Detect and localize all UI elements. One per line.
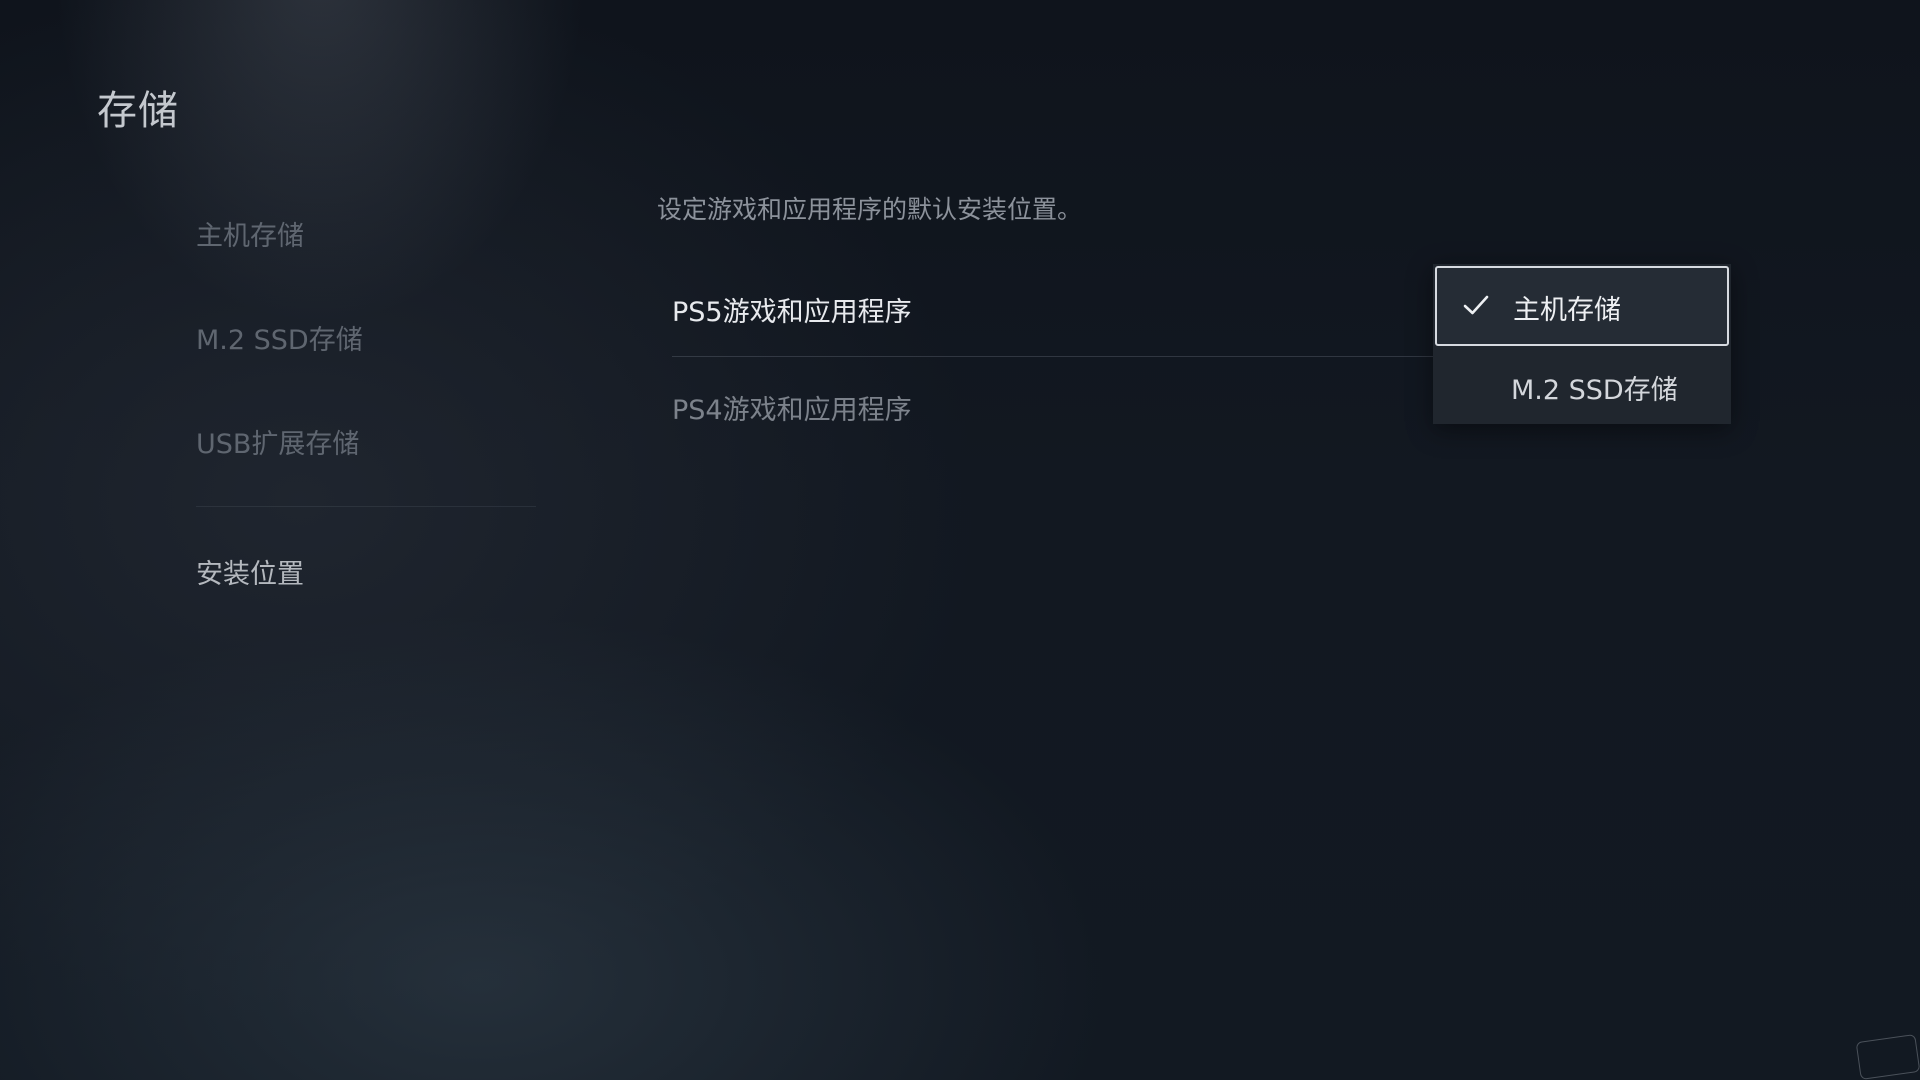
dropdown-option-label: M.2 SSD存储 <box>1511 375 1678 406</box>
watermark-logo <box>1855 1034 1920 1080</box>
sidebar-item-usb-extended-storage[interactable]: USB扩展存储 <box>196 422 359 461</box>
page-title: 存储 <box>97 88 179 134</box>
install-location-dropdown: 主机存储 M.2 SSD存储 <box>1433 264 1731 424</box>
section-description: 设定游戏和应用程序的默认安装位置。 <box>657 195 1083 224</box>
sidebar-item-m2-ssd-storage[interactable]: M.2 SSD存储 <box>196 318 363 357</box>
sidebar-item-console-storage[interactable]: 主机存储 <box>196 214 304 253</box>
ps5-games-apps-row[interactable]: PS5游戏和应用程序 <box>672 290 1462 329</box>
ps5-games-apps-label: PS5游戏和应用程序 <box>672 297 912 328</box>
sidebar-divider <box>196 506 536 507</box>
sidebar-item-install-location[interactable]: 安装位置 <box>196 552 304 591</box>
dropdown-option-m2-ssd-storage[interactable]: M.2 SSD存储 <box>1433 346 1731 426</box>
check-icon <box>1463 295 1489 315</box>
ps4-games-apps-label: PS4游戏和应用程序 <box>672 395 912 426</box>
dropdown-option-console-storage[interactable]: 主机存储 <box>1435 266 1729 346</box>
row-divider <box>672 356 1437 357</box>
ps4-games-apps-row[interactable]: PS4游戏和应用程序 <box>672 388 1462 427</box>
dropdown-option-label: 主机存储 <box>1513 295 1621 326</box>
